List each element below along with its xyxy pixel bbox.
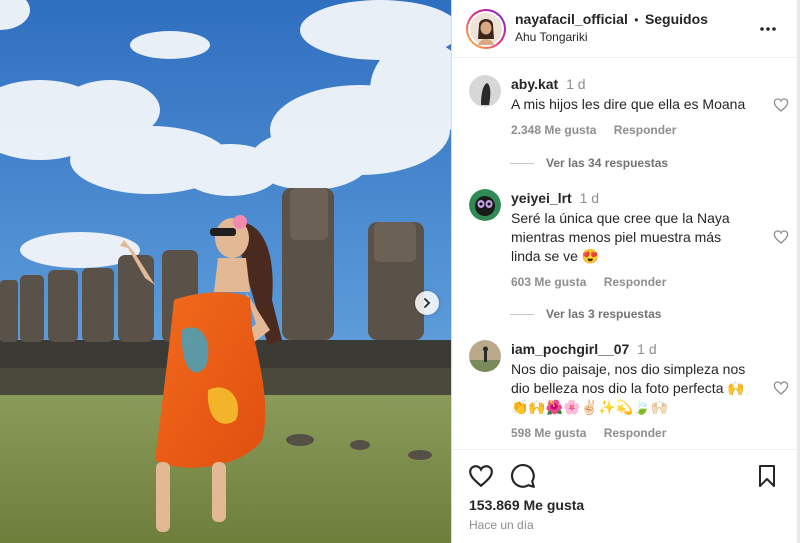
post-date[interactable]: Hace un día [469, 518, 534, 532]
post-location[interactable]: Ahu Tongariki [515, 29, 708, 46]
like-comment-button[interactable] [773, 380, 789, 401]
comment-button[interactable] [510, 463, 536, 494]
replies-divider [510, 313, 534, 315]
heart-icon [773, 230, 789, 244]
comment-avatar[interactable] [469, 75, 501, 107]
like-comment-button[interactable] [773, 97, 789, 118]
avatar-image [469, 75, 501, 107]
view-replies-button[interactable]: Ver las 3 respuestas [510, 307, 661, 321]
comment-likes[interactable]: 2.348 Me gusta [511, 123, 596, 137]
comment-avatar[interactable] [469, 189, 501, 221]
reply-button[interactable]: Responder [604, 275, 667, 289]
like-count[interactable]: 153.869 Me gusta [469, 497, 584, 513]
view-replies-label: Ver las 3 respuestas [546, 307, 662, 321]
avatar-image [469, 189, 501, 221]
comment-time[interactable]: 1 d [637, 341, 656, 357]
comment-likes[interactable]: 603 Me gusta [511, 275, 586, 289]
bookmark-icon [759, 465, 775, 487]
comment-item: yeiyei_lrt 1 d Seré la única que cree qu… [469, 189, 789, 289]
reply-button[interactable]: Responder [604, 426, 667, 440]
more-options-button[interactable] [759, 20, 777, 43]
reply-button[interactable]: Responder [614, 123, 677, 137]
comment-time[interactable]: 1 d [580, 190, 599, 206]
avatar-image [470, 12, 502, 45]
post-header: nayafacil_official • Seguidos Ahu Tongar… [452, 0, 797, 58]
comment-text: Nos dio paisaje, nos dio simpleza nos di… [511, 361, 746, 415]
comment-item: aby.kat 1 d A mis hijos les dire que ell… [469, 75, 789, 137]
like-button[interactable] [468, 463, 494, 494]
save-button[interactable] [755, 463, 779, 494]
comment-username[interactable]: aby.kat [511, 76, 558, 92]
separator-dot: • [634, 13, 639, 27]
comment-time[interactable]: 1 d [566, 76, 585, 92]
post-side-panel: nayafacil_official • Seguidos Ahu Tongar… [451, 0, 798, 543]
comment-text: Seré la única que cree que la Naya mient… [511, 210, 730, 264]
comment-username[interactable]: iam_pochgirl__07 [511, 341, 629, 357]
comment-avatar[interactable] [469, 340, 501, 372]
more-horizontal-icon [760, 27, 776, 31]
avatar-image [469, 340, 501, 372]
comment-icon [511, 464, 535, 488]
post-actions-bar: 153.869 Me gusta Hace un día [452, 449, 798, 543]
view-replies-label: Ver las 34 respuestas [546, 156, 669, 170]
author-username[interactable]: nayafacil_official [515, 11, 628, 27]
next-photo-button[interactable] [415, 291, 439, 315]
post-photo[interactable] [0, 0, 451, 543]
heart-icon [773, 98, 789, 112]
comment-likes[interactable]: 598 Me gusta [511, 426, 586, 440]
comment-item: iam_pochgirl__07 1 d Nos dio paisaje, no… [469, 340, 789, 440]
follow-status-button[interactable]: Seguidos [645, 11, 708, 27]
author-avatar[interactable] [466, 8, 506, 49]
heart-icon [469, 465, 493, 488]
post-image [0, 0, 451, 543]
like-comment-button[interactable] [773, 229, 789, 250]
view-replies-button[interactable]: Ver las 34 respuestas [510, 156, 668, 170]
heart-icon [773, 381, 789, 395]
comments-list[interactable]: aby.kat 1 d A mis hijos les dire que ell… [452, 60, 798, 448]
comment-text: A mis hijos les dire que ella es Moana [511, 96, 746, 112]
chevron-right-icon [424, 298, 431, 308]
comment-username[interactable]: yeiyei_lrt [511, 190, 572, 206]
replies-divider [510, 162, 534, 164]
